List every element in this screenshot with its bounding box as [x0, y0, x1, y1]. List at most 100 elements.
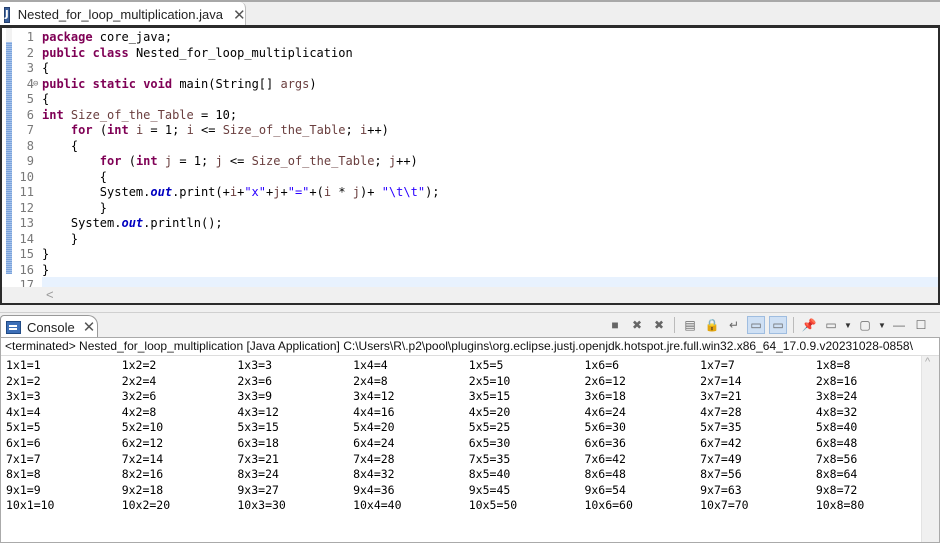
output-cell: 6x3=18	[237, 435, 279, 450]
output-cell: 1x4=4	[353, 358, 388, 372]
output-cell: 9x7=63	[700, 482, 742, 497]
output-line: 1x1=1 1x2=2 1x3=3 1x4=4 1x5=5 1x6=6 1x7=7 1x8=8	[6, 358, 932, 374]
open-console-icon[interactable]: ▢	[856, 316, 874, 334]
remove-launch-icon[interactable]: ✖	[628, 316, 646, 334]
output-cell: 4x5=20	[468, 404, 511, 419]
editor-area: J Nested_for_loop_multiplication.java ✕ …	[0, 0, 940, 305]
output-cell: 10x6=60	[584, 498, 633, 513]
output-cell: 2x2=4	[121, 373, 157, 388]
output-cell: 1x3=3	[237, 358, 272, 372]
output-cell: 7x7=49	[700, 451, 742, 466]
console-tab[interactable]: Console ✕	[0, 315, 98, 338]
output-cell: 6x1=6	[6, 435, 41, 450]
code-text: {	[42, 61, 50, 75]
code-text: for (int i = 1; i <= Size_of_the_Table; …	[70, 123, 389, 137]
output-cell: 2x1=2	[6, 373, 41, 388]
output-cell: 2x5=10	[468, 373, 511, 388]
terminate-icon[interactable]: ■	[606, 316, 624, 334]
output-cell: 7x3=21	[237, 451, 279, 466]
scroll-up-icon[interactable]: ^	[925, 356, 930, 368]
line-number: 15	[19, 247, 34, 261]
minimize-icon[interactable]: —	[890, 316, 908, 334]
console-view: <terminated> Nested_for_loop_multiplicat…	[0, 337, 940, 543]
output-cell: 7x1=7	[6, 451, 41, 466]
word-wrap-icon[interactable]: ↵	[725, 316, 743, 334]
pin-console-icon[interactable]: 📌	[800, 316, 818, 334]
output-cell: 8x8=64	[815, 467, 858, 482]
output-cell: 1x5=5	[468, 358, 504, 372]
output-cell: 4x4=16	[353, 404, 395, 419]
output-cell: 5x7=35	[700, 420, 742, 435]
maximize-icon[interactable]: ☐	[912, 316, 930, 334]
code-editor[interactable]: 1 package core_java; 2 public class Nested_…	[0, 25, 940, 305]
output-cell: 3x4=12	[353, 389, 395, 404]
output-cell: 9x1=9	[6, 482, 41, 497]
line-number: 7	[26, 123, 34, 137]
remove-all-terminated-icon[interactable]: ✖	[650, 316, 668, 334]
output-cell: 8x1=8	[6, 467, 41, 482]
output-cell: 3x8=24	[815, 389, 858, 404]
divider	[1, 355, 939, 356]
editor-tab[interactable]: J Nested_for_loop_multiplication.java ✕	[0, 2, 246, 27]
code-text: package core_java;	[42, 30, 173, 44]
code-text: }	[42, 200, 108, 215]
output-cell: 3x2=6	[121, 389, 157, 404]
output-cell: 4x3=12	[237, 404, 279, 419]
show-on-stderr-icon[interactable]: ▭	[769, 316, 787, 334]
editor-tab-label: Nested_for_loop_multiplication.java	[17, 7, 223, 22]
output-cell: 7x6=42	[584, 451, 626, 466]
output-cell: 3x1=3	[6, 389, 41, 404]
code-text: int Size_of_the_Table = 10;	[42, 107, 238, 122]
code-text: {	[42, 92, 50, 106]
chevron-down-icon[interactable]: ▼	[844, 321, 852, 330]
output-cell: 5x4=20	[353, 420, 395, 435]
code-text: {	[42, 138, 79, 153]
line-number: 5	[26, 92, 34, 106]
output-cell: 10x7=70	[700, 498, 749, 513]
display-console-icon[interactable]: ▭	[822, 316, 840, 334]
close-icon[interactable]: ✕	[233, 6, 246, 24]
close-icon[interactable]: ✕	[83, 318, 96, 336]
fold-toggle-icon[interactable]: ⊖	[33, 77, 38, 93]
scroll-left-icon[interactable]: <	[46, 287, 54, 302]
output-cell: 2x7=14	[700, 373, 742, 388]
output-cell: 9x6=54	[584, 482, 626, 497]
scroll-lock-icon[interactable]: 🔒	[703, 316, 721, 334]
output-cell: 5x8=40	[815, 420, 858, 435]
code-text: {	[42, 169, 108, 184]
output-cell: 4x1=4	[6, 404, 41, 419]
console-launch-header: <terminated> Nested_for_loop_multiplicat…	[5, 339, 913, 353]
clear-console-icon[interactable]: ▤	[681, 316, 699, 334]
line-number: 14	[19, 231, 34, 246]
output-cell: 10x5=50	[468, 498, 518, 513]
output-cell: 7x4=28	[353, 451, 395, 466]
show-on-stdout-icon[interactable]: ▭	[747, 316, 765, 334]
code-text: public class Nested_for_loop_multiplicat…	[42, 45, 353, 60]
console-output[interactable]: 1x1=1 1x2=2 1x3=3 1x4=4 1x5=5 1x6=6 1x7=7 1x8=8…	[6, 358, 932, 514]
horizontal-scrollbar[interactable]: <	[2, 287, 938, 303]
output-cell: 8x2=16	[121, 467, 164, 482]
output-cell: 6x2=12	[121, 435, 164, 450]
output-cell: 6x6=36	[584, 435, 626, 450]
code-text: }	[42, 262, 50, 277]
line-number: 9	[26, 154, 34, 168]
output-cell: 4x2=8	[121, 404, 157, 419]
code-text: System.out.print(+i+"x"+j+"="+(i * j)+ "…	[42, 185, 440, 199]
output-cell: 8x6=48	[584, 467, 626, 482]
line-number: 11	[19, 185, 34, 199]
output-cell: 10x8=80	[815, 498, 865, 513]
output-cell: 7x2=14	[121, 451, 164, 466]
output-cell: 10x1=10	[6, 498, 55, 513]
output-cell: 1x7=7	[700, 358, 735, 372]
vertical-scrollbar[interactable]: ^	[921, 356, 939, 542]
code-text: public static void main(String[] args)	[42, 76, 317, 91]
chevron-down-icon[interactable]: ▼	[878, 321, 886, 330]
output-cell: 2x4=8	[353, 373, 388, 388]
output-cell: 5x3=15	[237, 420, 279, 435]
toolbar-separator	[674, 317, 675, 333]
output-cell: 4x6=24	[584, 404, 626, 419]
output-cell: 2x8=16	[815, 373, 858, 388]
output-cell: 6x7=42	[700, 435, 742, 450]
line-number: 12	[19, 200, 34, 215]
output-line: 2x1=2 2x2=4 2x3=6 2x4=8 2x5=10 2x6=12 2x7=14 2x…	[6, 374, 932, 390]
